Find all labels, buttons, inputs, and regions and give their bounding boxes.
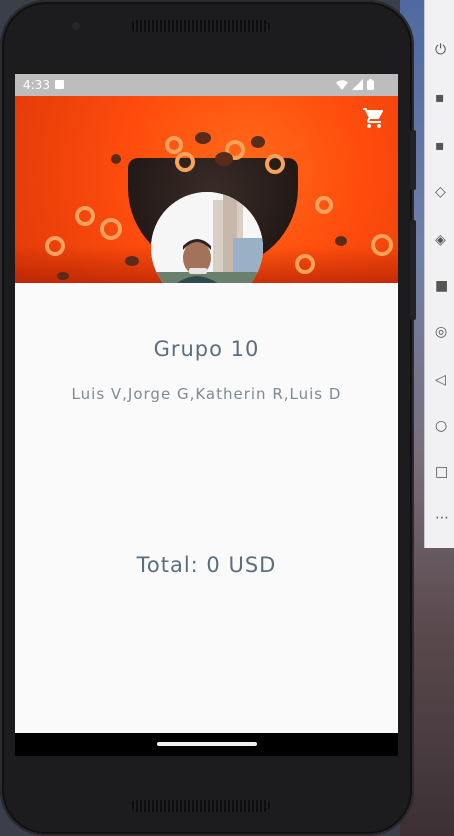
cereal-piece [175, 152, 195, 172]
battery-icon [367, 79, 374, 90]
overview-icon[interactable]: □ [435, 462, 454, 482]
group-name: Grupo 10 [153, 337, 260, 361]
emulator-toolbar: ⏻ ▪ ▪ ◇ ◈ ■ ◎ ◁ ○ □ ⋯ [424, 0, 454, 548]
cereal-piece [371, 234, 393, 256]
members-list: Luis V,Jorge G,Katherin R,Luis D [71, 385, 342, 403]
cart-button[interactable] [362, 106, 386, 130]
front-camera [72, 22, 80, 30]
cereal-piece [111, 154, 121, 164]
rotate-right-icon[interactable]: ◈ [435, 230, 454, 250]
rotate-left-icon[interactable]: ◇ [435, 182, 454, 202]
cereal-piece [315, 196, 333, 214]
cereal-piece [75, 206, 95, 226]
header-banner [15, 96, 398, 283]
cereal-piece [295, 254, 315, 274]
phone-frame: 4:33 Grupo 10 Luis V,Jorge G,Katherin R,… [0, 0, 416, 836]
bottom-speaker [130, 800, 270, 812]
screenshot-icon[interactable]: ■ [435, 276, 454, 296]
zoom-icon[interactable]: ◎ [435, 322, 454, 342]
volume-down-icon[interactable]: ▪ [435, 136, 454, 156]
shopping-cart-icon [363, 108, 384, 128]
cereal-piece [125, 256, 139, 266]
cereal-piece [57, 272, 69, 280]
power-button[interactable] [410, 130, 416, 190]
cereal-piece [215, 152, 233, 166]
home-icon[interactable]: ○ [435, 416, 454, 436]
top-speaker [130, 20, 270, 32]
cart-total: Total: 0 USD [136, 553, 277, 577]
cereal-piece [265, 154, 285, 174]
status-icons [336, 79, 374, 90]
home-gesture-handle[interactable] [157, 742, 257, 746]
app-screen: 4:33 Grupo 10 Luis V,Jorge G,Katherin R,… [15, 74, 398, 756]
back-icon[interactable]: ◁ [435, 370, 454, 390]
cereal-piece [45, 236, 65, 256]
cereal-piece [100, 218, 122, 240]
navigation-bar [15, 733, 398, 756]
volume-rocker[interactable] [410, 220, 416, 320]
status-bar: 4:33 [15, 74, 398, 96]
more-icon[interactable]: ⋯ [435, 508, 454, 528]
volume-up-icon[interactable]: ▪ [435, 88, 454, 108]
status-time: 4:33 [23, 78, 50, 92]
cereal-piece [195, 132, 211, 144]
signal-icon [352, 79, 363, 90]
power-icon[interactable]: ⏻ [435, 40, 454, 60]
cereal-piece [335, 236, 347, 246]
cereal-piece [165, 136, 183, 154]
cereal-piece [251, 136, 265, 148]
wifi-icon [336, 79, 348, 90]
notification-icon [55, 80, 64, 89]
